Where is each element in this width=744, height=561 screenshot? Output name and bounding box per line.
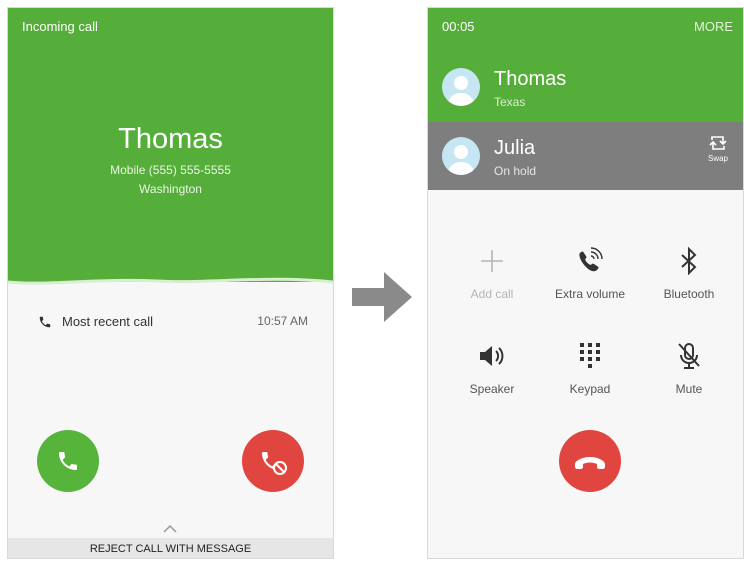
bluetooth-label: Bluetooth bbox=[663, 287, 715, 301]
caller-location: Washington bbox=[139, 182, 202, 196]
active-call-screen: 00:05 MORE Thomas Texas Julia On hold Sw… bbox=[427, 7, 744, 559]
chevron-up-icon[interactable] bbox=[162, 524, 178, 534]
answer-call-button[interactable] bbox=[37, 430, 99, 492]
extra-volume-icon bbox=[579, 247, 603, 272]
mute-label: Mute bbox=[675, 382, 703, 396]
active-contact-row: Thomas Texas bbox=[428, 54, 743, 122]
arrow-right-icon bbox=[352, 272, 412, 322]
contact-name: Julia bbox=[494, 137, 536, 159]
bluetooth-button[interactable]: Bluetooth bbox=[639, 241, 739, 301]
keypad-icon bbox=[580, 343, 600, 368]
phone-icon bbox=[39, 316, 51, 328]
add-call-button[interactable]: Add call bbox=[442, 241, 542, 301]
on-hold-contact-row[interactable]: Julia On hold Swap bbox=[428, 122, 743, 190]
keypad-button[interactable]: Keypad bbox=[540, 336, 640, 396]
contact-location: Texas bbox=[494, 95, 526, 109]
plus-icon bbox=[481, 250, 503, 272]
phone-icon bbox=[59, 452, 77, 470]
speaker-button[interactable]: Speaker bbox=[442, 336, 542, 396]
mute-button[interactable]: Mute bbox=[639, 336, 739, 396]
extra-volume-button[interactable]: Extra volume bbox=[540, 241, 640, 301]
more-button[interactable]: MORE bbox=[694, 19, 733, 34]
incoming-call-label: Incoming call bbox=[22, 19, 98, 34]
contact-status: On hold bbox=[494, 164, 537, 178]
most-recent-call-row: Most recent call 10:57 AM bbox=[38, 314, 308, 334]
speaker-icon bbox=[480, 346, 504, 366]
contact-name: Thomas bbox=[494, 68, 567, 90]
avatar bbox=[442, 68, 480, 106]
most-recent-call-time: 10:57 AM bbox=[257, 314, 308, 328]
caller-number: Mobile (555) 555-5555 bbox=[110, 163, 231, 177]
incoming-call-screen: Incoming call Thomas Mobile (555) 555-55… bbox=[7, 7, 334, 559]
mute-icon bbox=[678, 343, 700, 369]
end-call-icon bbox=[575, 457, 605, 469]
header-wave bbox=[8, 270, 333, 285]
bluetooth-icon bbox=[681, 247, 697, 275]
end-call-button[interactable] bbox=[559, 430, 621, 492]
call-timer: 00:05 bbox=[442, 19, 475, 34]
keypad-label: Keypad bbox=[569, 382, 611, 396]
swap-label: Swap bbox=[707, 154, 728, 163]
most-recent-call-label: Most recent call bbox=[62, 314, 154, 329]
swap-button[interactable]: Swap bbox=[703, 134, 733, 163]
avatar bbox=[442, 137, 480, 175]
speaker-label: Speaker bbox=[469, 382, 515, 396]
extra-volume-label: Extra volume bbox=[554, 287, 626, 301]
caller-header: Incoming call Thomas Mobile (555) 555-55… bbox=[8, 8, 333, 282]
decline-call-button[interactable] bbox=[242, 430, 304, 492]
decline-call-icon bbox=[262, 452, 287, 475]
swap-icon bbox=[709, 136, 727, 150]
reject-with-message-button[interactable]: REJECT CALL WITH MESSAGE bbox=[8, 538, 333, 558]
caller-name: Thomas bbox=[118, 123, 223, 155]
add-call-label: Add call bbox=[470, 287, 514, 301]
